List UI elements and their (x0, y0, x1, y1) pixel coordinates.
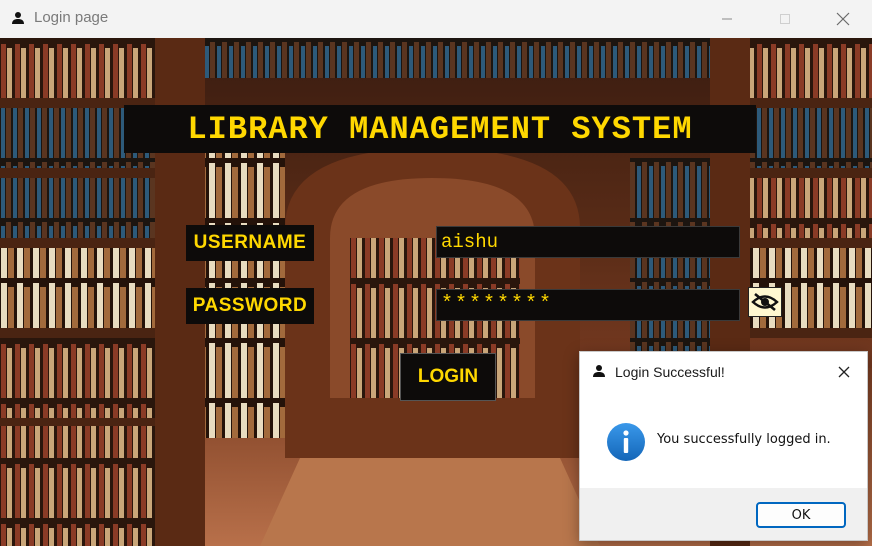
username-value: aishu (441, 231, 499, 253)
maximize-button[interactable] (756, 0, 814, 38)
password-value: ******** (441, 293, 554, 316)
password-label-text: PASSWORD (192, 295, 308, 316)
dialog-message: You successfully logged in. (657, 432, 831, 447)
window-title: Login page (34, 9, 109, 26)
close-icon (836, 12, 850, 26)
username-label: USERNAME (186, 225, 314, 261)
username-label-text: USERNAME (193, 232, 307, 253)
password-input[interactable]: ******** (436, 289, 740, 321)
app-heading-text: LIBRARY MANAGEMENT SYSTEM (187, 110, 693, 148)
user-icon (12, 12, 24, 24)
user-icon (593, 365, 605, 377)
close-icon (838, 366, 850, 378)
username-input[interactable]: aishu (436, 226, 740, 258)
dialog-close-button[interactable] (821, 352, 867, 392)
login-success-dialog: Login Successful! You successfully logge… (579, 351, 868, 541)
toggle-password-visibility-button[interactable] (748, 287, 782, 317)
app-heading: LIBRARY MANAGEMENT SYSTEM (124, 105, 756, 153)
login-button-label: LOGIN (417, 366, 479, 387)
dialog-titlebar: Login Successful! (580, 352, 867, 392)
close-button[interactable] (814, 0, 872, 38)
maximize-icon (780, 14, 790, 24)
login-button[interactable]: LOGIN (400, 353, 496, 401)
minimize-icon (722, 18, 732, 20)
eye-slash-icon (751, 292, 779, 312)
ok-button[interactable]: OK (756, 502, 846, 528)
info-icon (607, 423, 645, 461)
minimize-button[interactable] (698, 0, 756, 38)
window-titlebar: Login page (0, 0, 872, 38)
password-label: PASSWORD (186, 288, 314, 324)
dialog-footer: OK (580, 488, 867, 540)
dialog-body: You successfully logged in. (580, 392, 867, 488)
dialog-title: Login Successful! (615, 364, 725, 380)
